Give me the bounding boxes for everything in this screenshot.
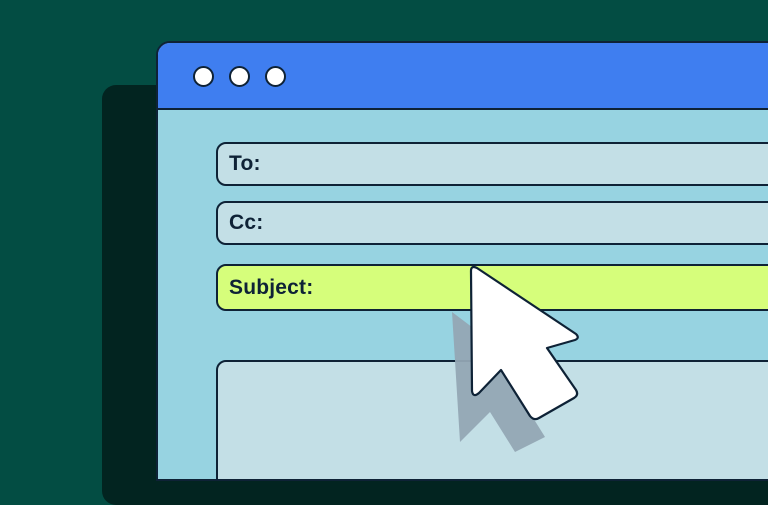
cc-label: Cc:: [229, 211, 264, 234]
to-label: To:: [229, 152, 261, 175]
window-dot-icon[interactable]: [193, 66, 214, 87]
window-dot-icon[interactable]: [265, 66, 286, 87]
mouse-pointer-icon: [452, 265, 579, 452]
window-dot-icon[interactable]: [229, 66, 250, 87]
cc-field[interactable]: Cc:: [216, 201, 768, 245]
subject-label: Subject:: [229, 275, 314, 299]
to-field[interactable]: To:: [216, 142, 768, 186]
window-titlebar: [158, 43, 768, 110]
page: { "compose": { "to_label": "To:", "cc_la…: [0, 0, 768, 505]
